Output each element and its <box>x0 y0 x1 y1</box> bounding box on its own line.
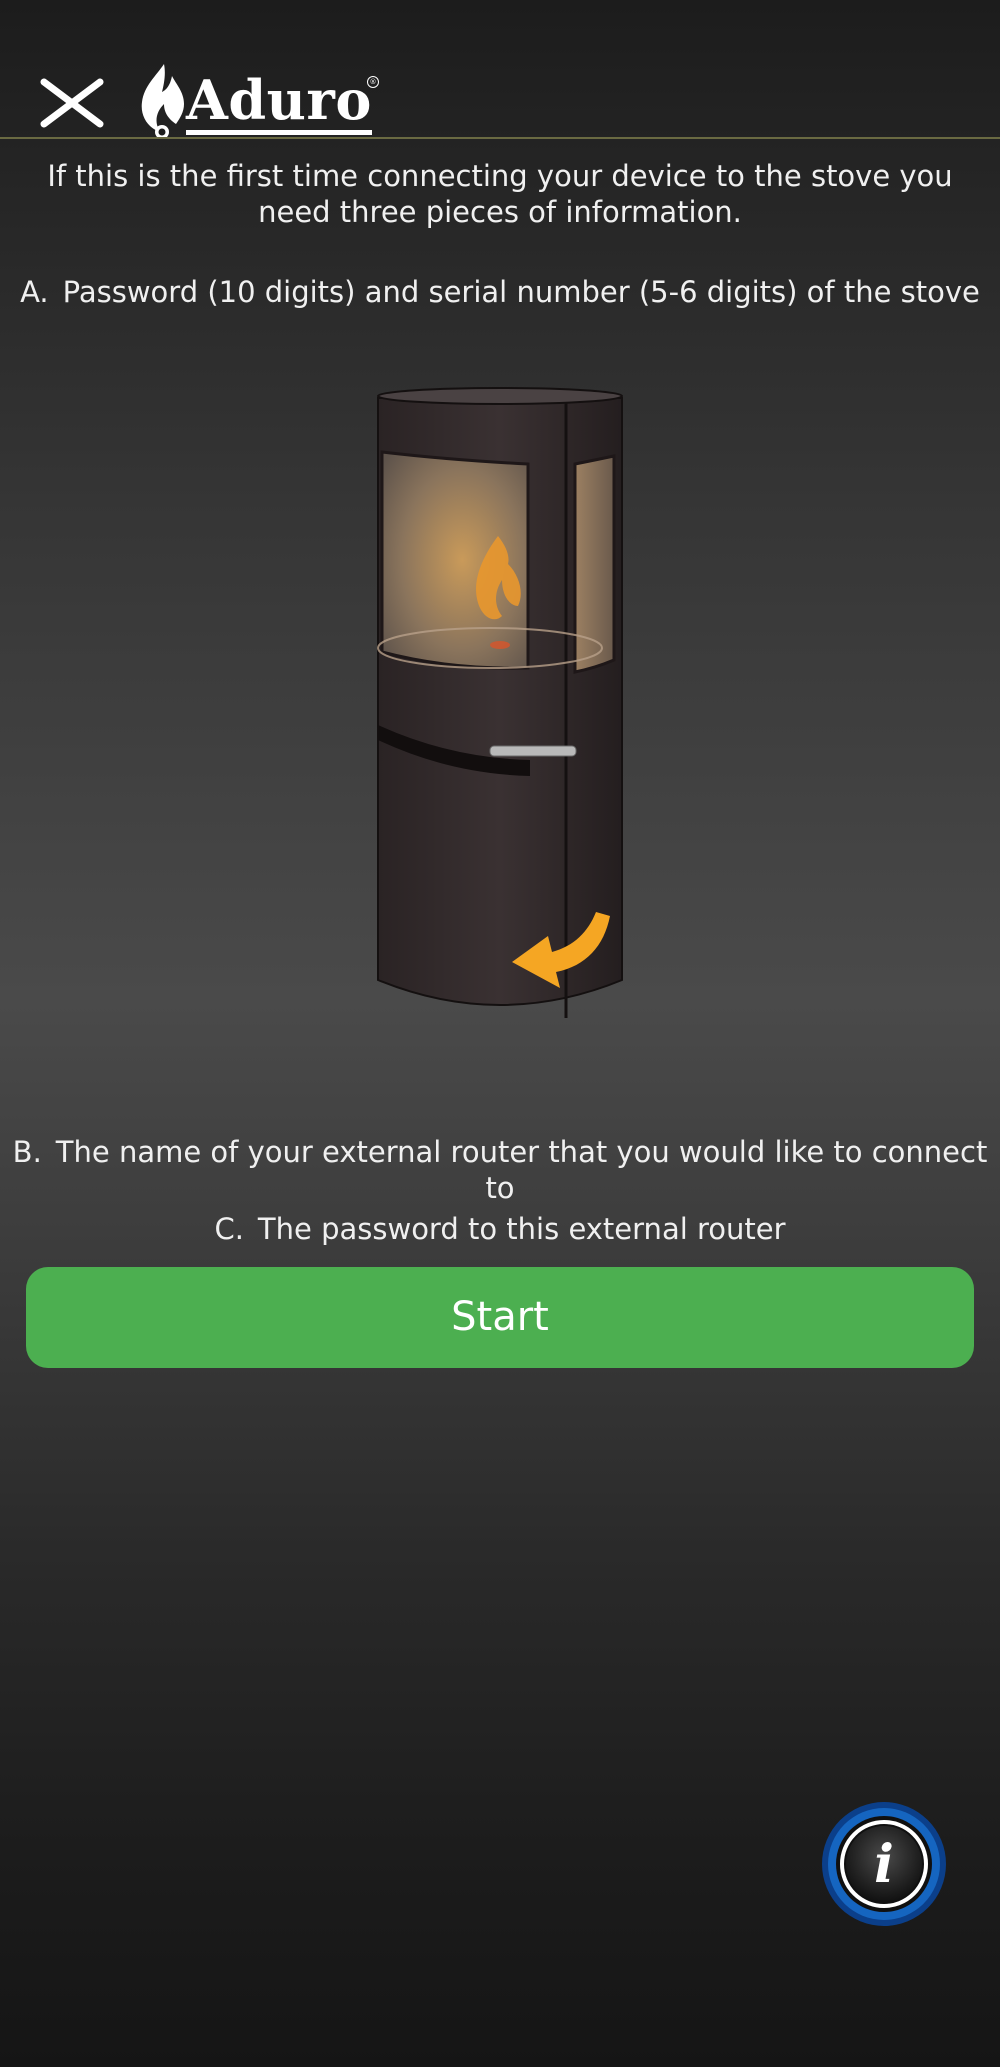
registered-mark: ® <box>367 76 379 88</box>
close-button[interactable] <box>36 74 108 134</box>
requirement-b-prefix: B. <box>12 1135 42 1169</box>
requirement-c-text: The password to this external router <box>257 1212 786 1246</box>
stove-illustration <box>377 387 623 1018</box>
requirement-a-text: Password (10 digits) and serial number (… <box>62 275 980 309</box>
start-button[interactable]: Start <box>26 1267 974 1368</box>
header-divider <box>0 137 1000 139</box>
requirement-b-text: The name of your external router that yo… <box>55 1135 988 1205</box>
info-button[interactable]: i <box>820 1800 948 1928</box>
brand-name: Aduro <box>186 68 372 132</box>
requirement-c: C. The password to this external router <box>0 1211 1000 1247</box>
header-bar: Aduro ® <box>0 0 1000 140</box>
info-icon: i <box>822 1802 946 1926</box>
intro-text: If this is the first time connecting you… <box>47 159 953 229</box>
close-icon <box>40 78 104 128</box>
svg-text:i: i <box>874 1834 894 1895</box>
aduro-logo: Aduro ® <box>134 62 384 140</box>
requirement-c-prefix: C. <box>214 1212 244 1246</box>
requirement-a-prefix: A. <box>20 275 49 309</box>
requirement-b: B. The name of your external router that … <box>0 1134 1000 1206</box>
requirement-a: A. Password (10 digits) and serial number… <box>0 274 1000 310</box>
brand-underline <box>186 130 372 135</box>
flame-logo-icon <box>141 64 184 139</box>
